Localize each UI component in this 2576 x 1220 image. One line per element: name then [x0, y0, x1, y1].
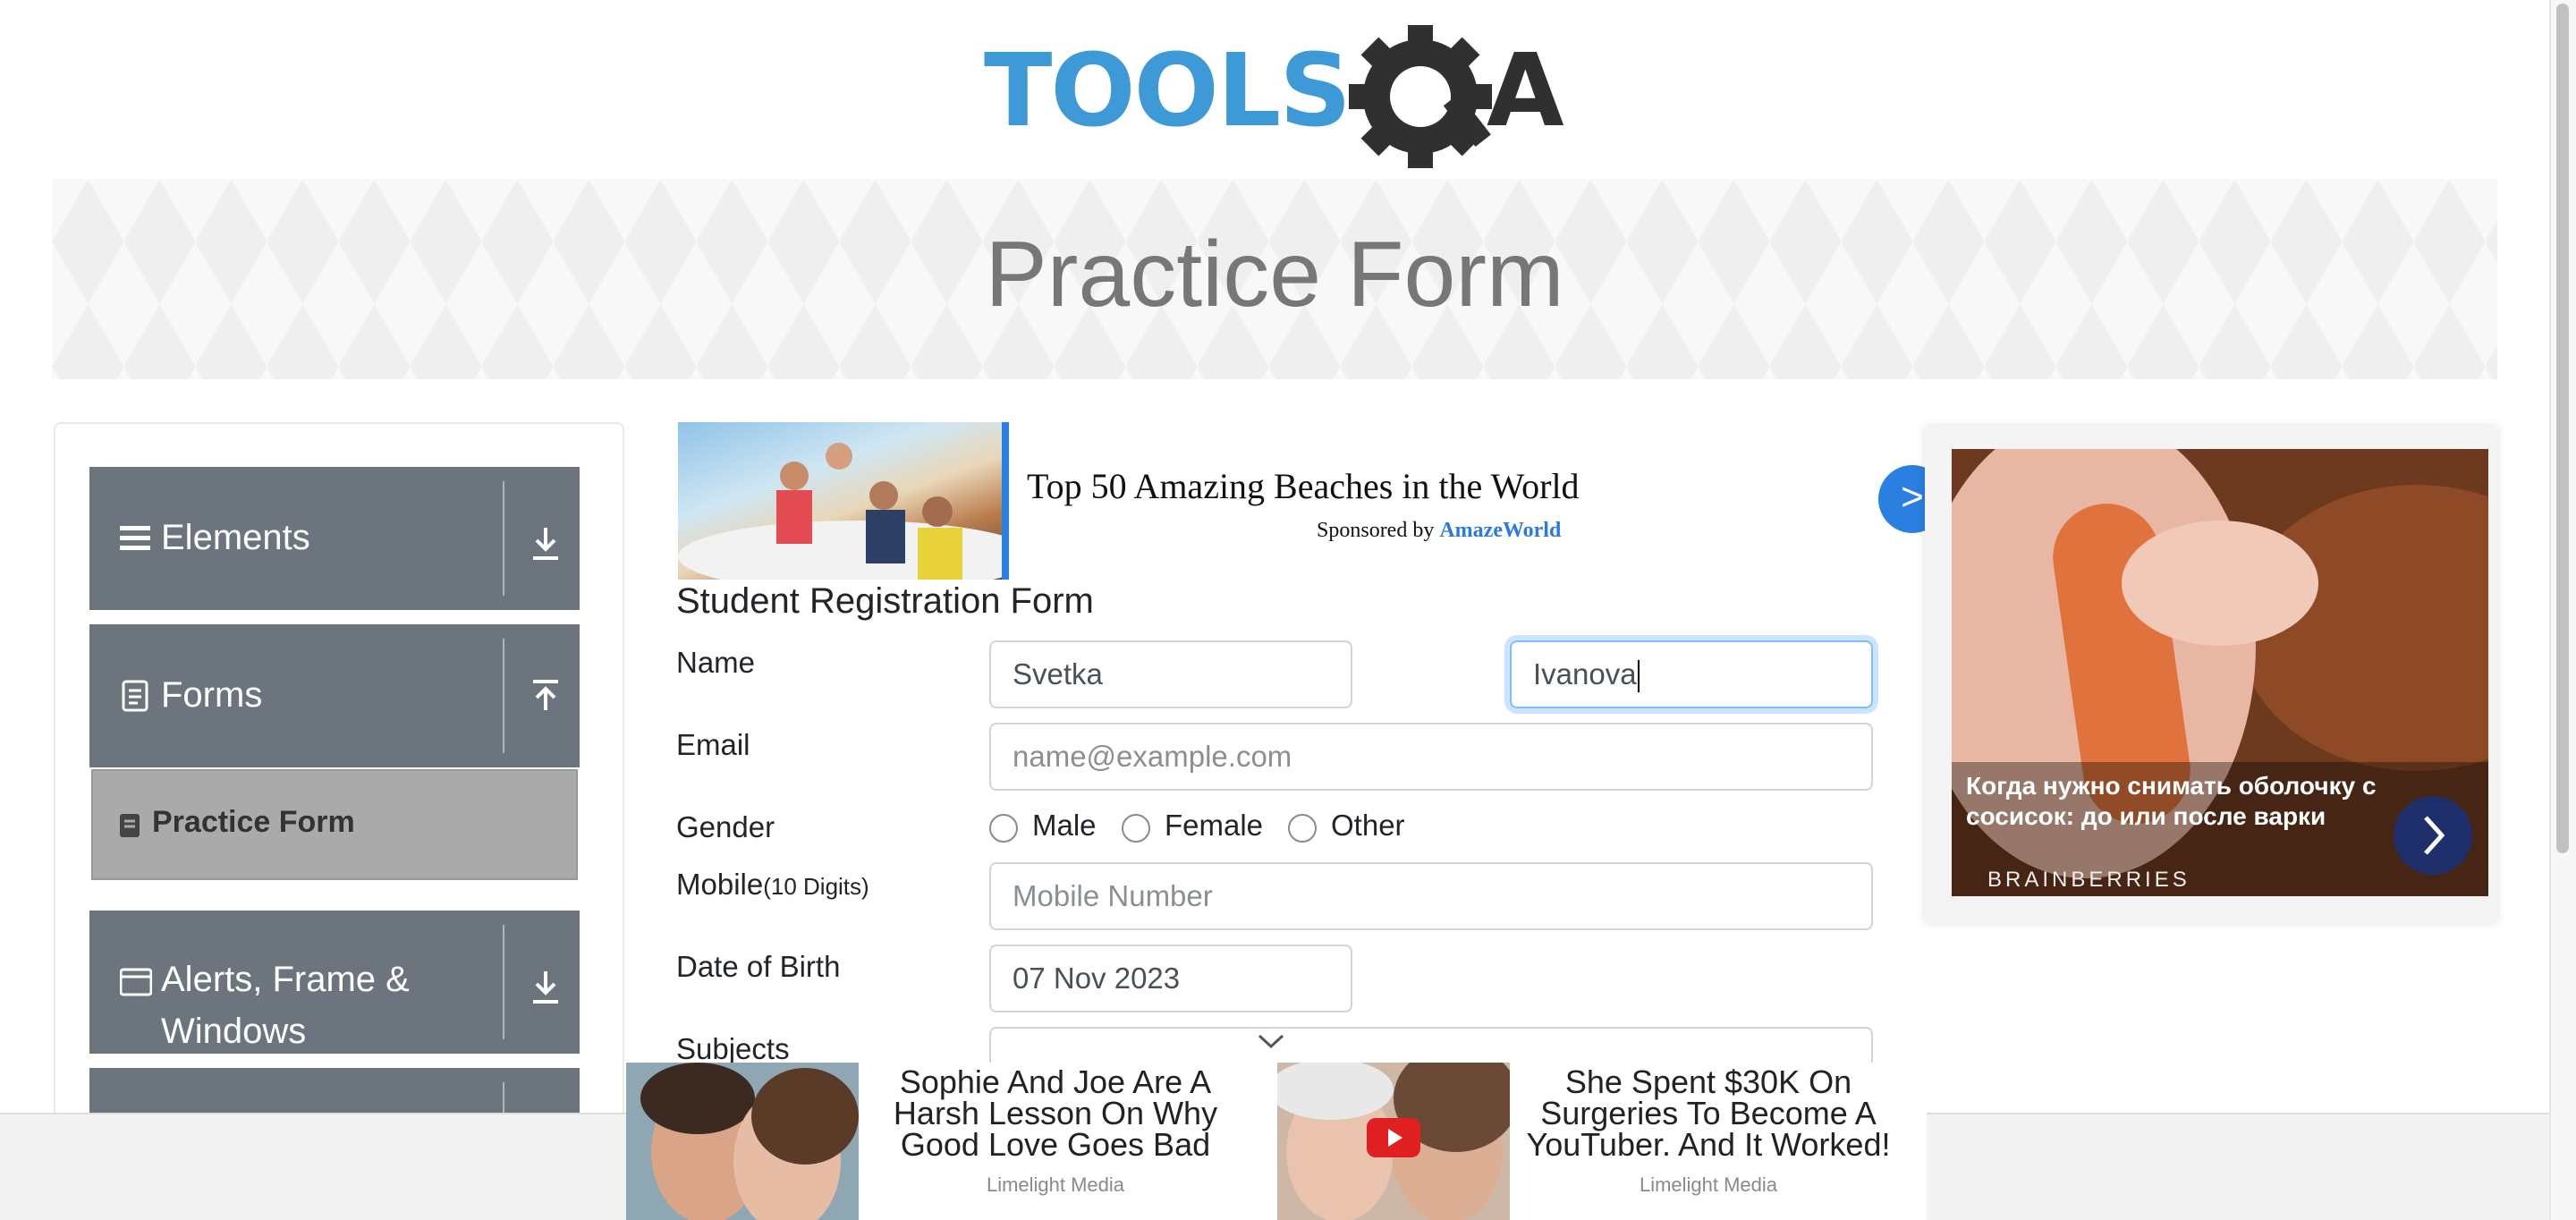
ad-photo [626, 1063, 859, 1220]
form-icon [120, 814, 140, 837]
ad-sponsor: Sponsored by AmazeWorld [1317, 519, 1561, 543]
hamburger-icon [120, 526, 150, 550]
document-icon [122, 680, 148, 712]
last-name-input[interactable]: Ivanova [1510, 640, 1873, 708]
ad-sponsor-prefix: Sponsored by [1317, 519, 1435, 542]
separator [503, 925, 504, 1039]
mobile-label: Mobile(10 Digits) [676, 868, 869, 902]
ad-image-beach[interactable] [678, 422, 1009, 580]
toolsqa-logo[interactable]: TOOLS A [984, 25, 1574, 168]
separator [503, 639, 504, 753]
text-cursor [1637, 660, 1640, 693]
download-arrow-icon [533, 971, 558, 1004]
form-title: Student Registration Form [676, 581, 1094, 621]
ad-right-next-button[interactable] [2394, 796, 2472, 875]
bottom-ad-title-1[interactable]: Sophie And Joe Are A Harsh Lesson On Why… [859, 1066, 1252, 1161]
window-icon [120, 968, 152, 996]
sidebar-group-alerts[interactable]: Alerts, Frame & Windows [89, 911, 580, 1054]
separator [503, 481, 504, 596]
bottom-ad-source-2: Limelight Media [1639, 1173, 1778, 1196]
sidebar-group-label: Elements [161, 518, 310, 557]
first-name-input[interactable]: Svetka [989, 640, 1352, 708]
bottom-ad-image-1[interactable] [626, 1063, 859, 1220]
scrollbar-thumb[interactable] [2556, 4, 2569, 853]
gender-female-label[interactable]: Female [1165, 809, 1263, 843]
sidebar-group-forms[interactable]: Forms [89, 624, 580, 767]
subjects-label: Subjects [676, 1032, 790, 1065]
mobile-input[interactable]: Mobile Number [989, 862, 1873, 930]
sidebar-group-elements[interactable]: Elements [89, 467, 580, 610]
gender-other-radio[interactable] [1288, 814, 1317, 843]
email-label: Email [676, 728, 750, 761]
bottom-ad-source-1: Limelight Media [986, 1173, 1125, 1196]
mobile-label-text: Mobile [676, 868, 764, 901]
play-icon [1367, 1118, 1420, 1157]
chevron-down-icon [1258, 1034, 1284, 1049]
logo-text-a: A [1487, 33, 1564, 149]
sidebar-group-label: Forms [161, 675, 263, 715]
page-title: Practice Form [985, 223, 1564, 326]
gender-male-radio[interactable] [989, 814, 1018, 843]
sidebar-item-practice-form[interactable]: Practice Form [91, 769, 578, 880]
chevron-right-icon [2424, 816, 2445, 855]
sidebar-group-label: Alerts, Frame & [161, 960, 410, 999]
sidebar-group-label-line2: Windows [161, 1012, 307, 1051]
gender-other-label[interactable]: Other [1331, 809, 1405, 843]
ad-right-brand: BRAINBERRIES [1987, 868, 2190, 892]
download-arrow-icon [533, 528, 558, 560]
gender-female-radio[interactable] [1122, 814, 1150, 843]
ad-photo [678, 443, 1002, 580]
ad-sponsor-name[interactable]: AmazeWorld [1439, 519, 1561, 542]
ad-title[interactable]: Top 50 Amazing Beaches in the World [1027, 465, 1580, 507]
name-label: Name [676, 646, 756, 679]
gear-icon [1349, 25, 1492, 168]
last-name-value: Ivanova [1533, 657, 1637, 690]
sidebar-item-label: Practice Form [152, 805, 355, 839]
email-input[interactable]: name@example.com [989, 723, 1873, 791]
gender-male-label[interactable]: Male [1032, 809, 1097, 843]
logo-text-tools: TOOLS [984, 33, 1350, 149]
ad-right-caption[interactable]: Когда нужно снимать оболочку с сосисок: … [1966, 771, 2377, 832]
bottom-ad-title-2[interactable]: She Spent $30K On Surgeries To Become A … [1521, 1066, 1896, 1161]
bottom-ad-image-2[interactable] [1277, 1063, 1510, 1220]
dob-label: Date of Birth [676, 950, 841, 983]
dob-input[interactable]: 07 Nov 2023 [989, 945, 1352, 1012]
upload-arrow-icon [533, 680, 558, 710]
mobile-hint: (10 Digits) [763, 873, 869, 900]
gender-label: Gender [676, 810, 775, 843]
